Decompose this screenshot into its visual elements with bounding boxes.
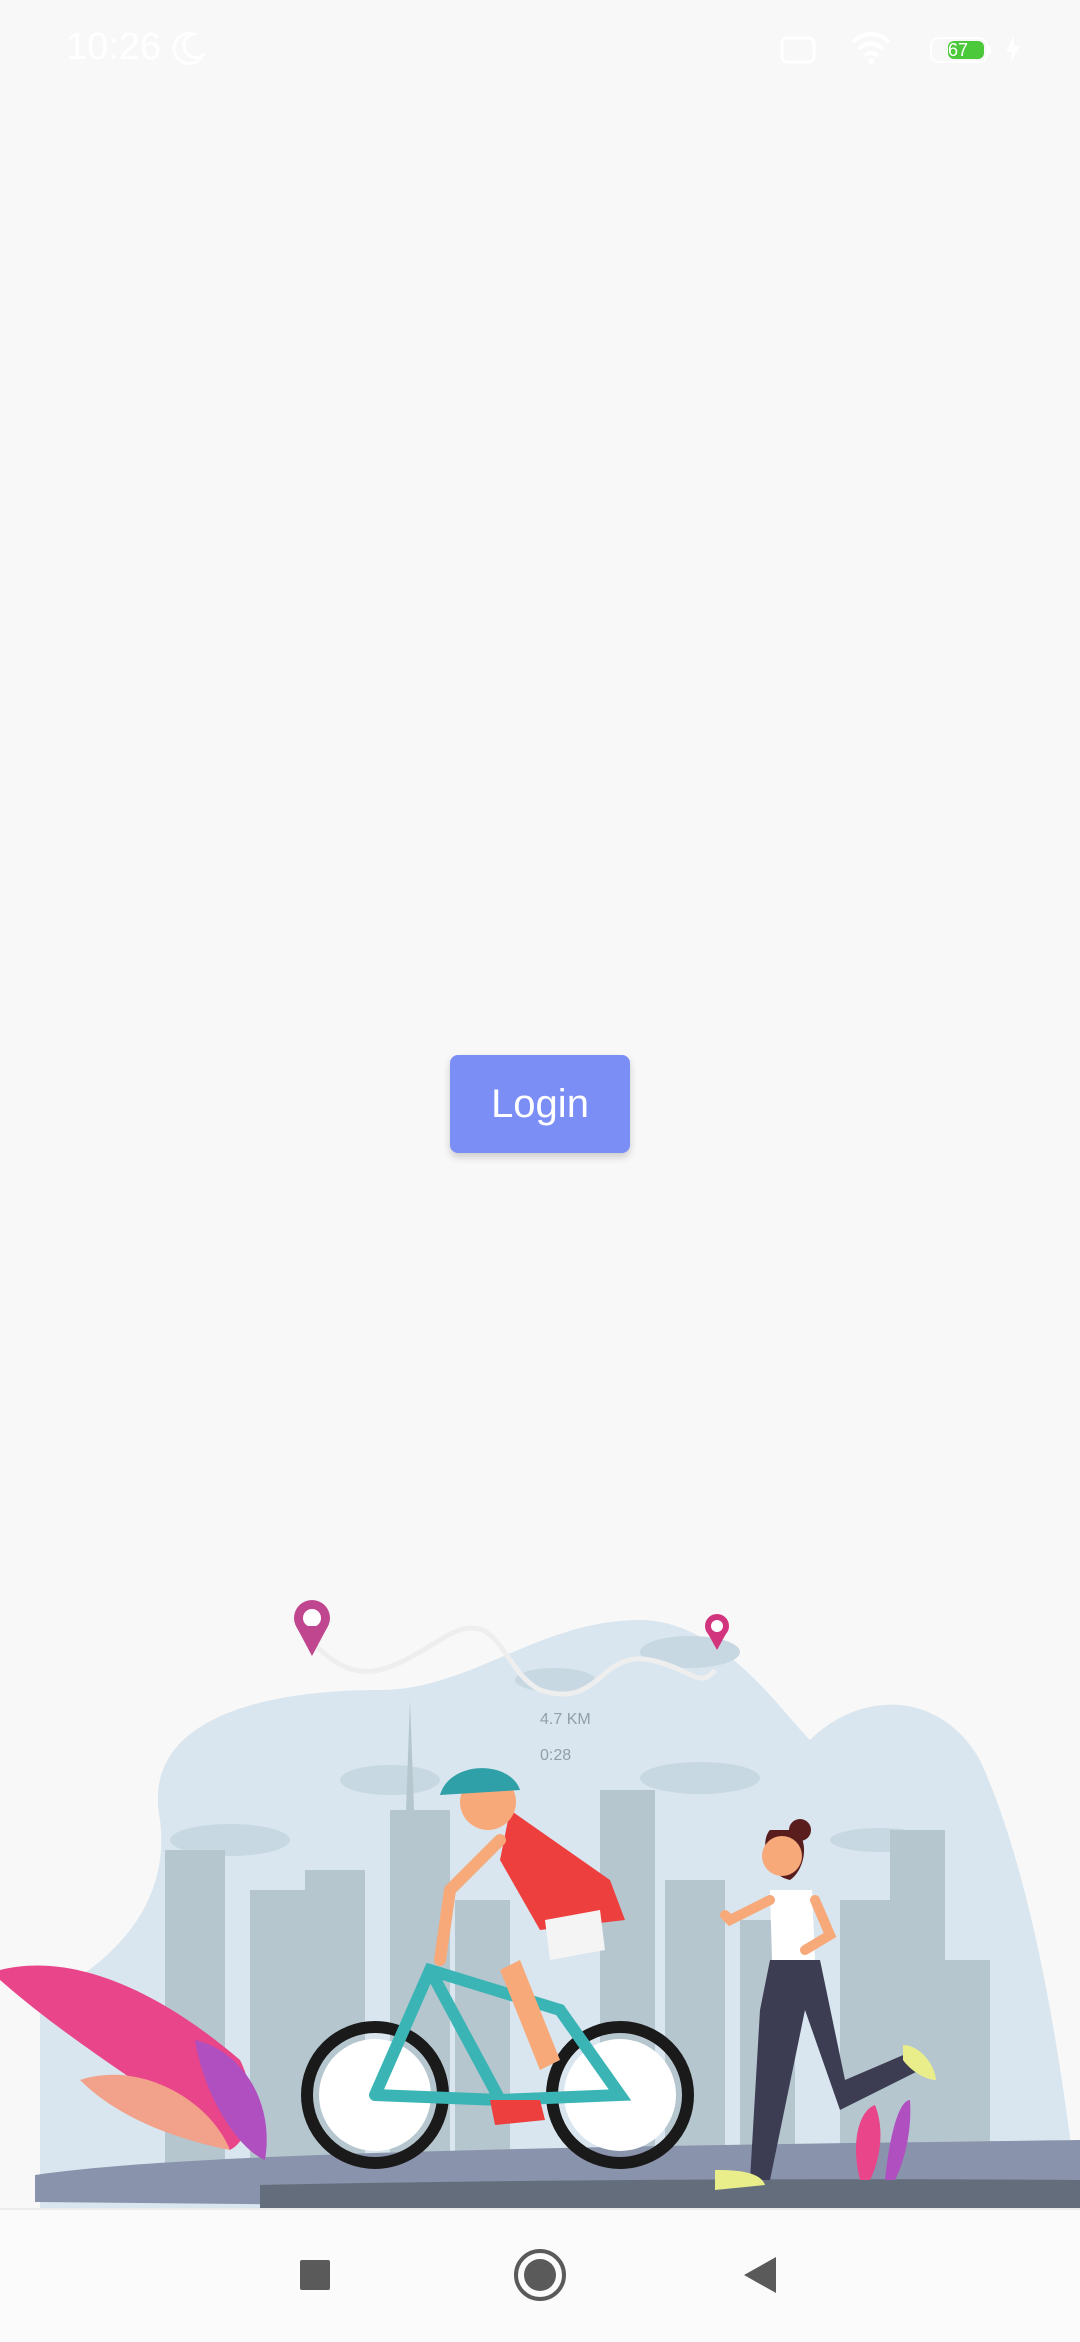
status-right: 67	[740, 0, 1080, 100]
recents-button[interactable]	[280, 2240, 350, 2310]
status-time: 10:26	[66, 26, 162, 68]
login-button[interactable]: Login	[450, 1055, 630, 1153]
charging-icon	[1006, 36, 1020, 64]
battery-level: 67	[948, 40, 969, 60]
back-icon	[744, 2257, 776, 2293]
fitness-illustration: 4.7 KM 0:28	[0, 1600, 1080, 2220]
home-icon	[514, 2249, 566, 2301]
home-button[interactable]	[505, 2240, 575, 2310]
wifi-icon	[851, 32, 891, 64]
status-bar: 10:26 67	[0, 0, 1080, 100]
login-label: Login	[491, 1081, 589, 1126]
time-label: 0:28	[540, 1747, 571, 1764]
navigation-bar	[0, 2208, 1080, 2342]
recents-icon	[300, 2260, 330, 2290]
start-pin	[294, 1600, 330, 1656]
moon-icon	[172, 31, 207, 65]
distance-label: 4.7 KM	[540, 1711, 591, 1728]
battery-icon: 67	[930, 36, 992, 64]
back-button[interactable]	[725, 2240, 795, 2310]
sim-icon	[780, 36, 816, 64]
